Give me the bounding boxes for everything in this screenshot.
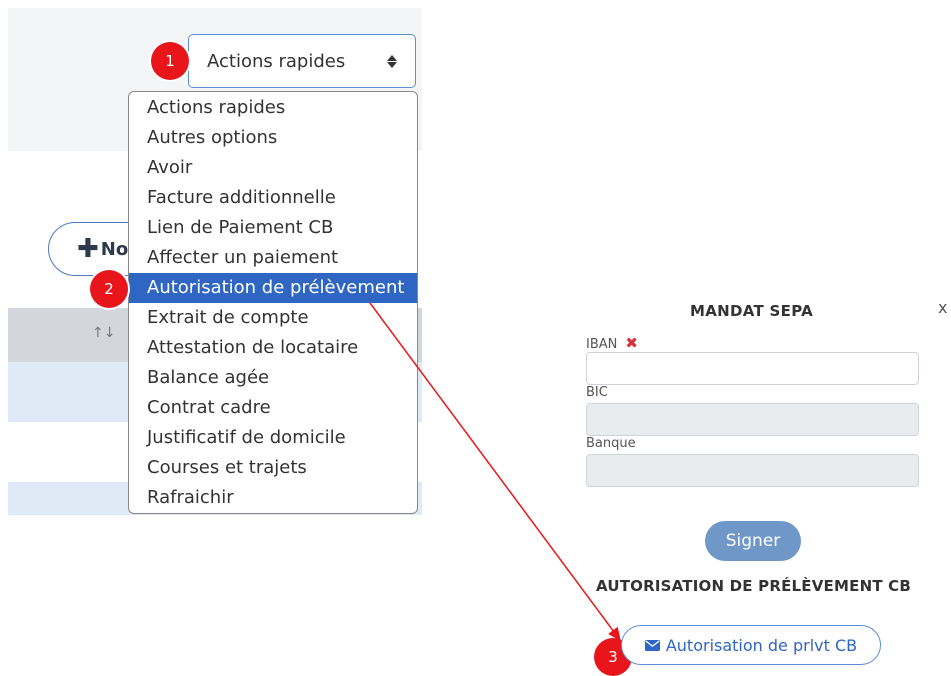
- mandat-sepa-title: MANDAT SEPA: [690, 302, 814, 320]
- option-balance-agee[interactable]: Balance agée: [129, 363, 417, 393]
- plus-icon: ✚: [77, 234, 99, 264]
- bic-label: BIC: [586, 385, 608, 400]
- option-justificatif-de-domicile[interactable]: Justificatif de domicile: [129, 423, 417, 453]
- option-lien-de-paiement-cb[interactable]: Lien de Paiement CB: [129, 213, 417, 243]
- option-contrat-cadre[interactable]: Contrat cadre: [129, 393, 417, 423]
- quick-actions-select-value: Actions rapides: [207, 50, 346, 72]
- option-facture-additionnelle[interactable]: Facture additionnelle: [129, 183, 417, 213]
- step-marker-2: 2: [90, 270, 128, 308]
- iban-field[interactable]: [586, 352, 919, 385]
- banque-field: [586, 454, 919, 487]
- autorisation-prelevement-button[interactable]: Autorisation de prlvt CB: [621, 625, 881, 665]
- option-affecter-un-paiement[interactable]: Affecter un paiement: [129, 243, 417, 273]
- option-rafraichir[interactable]: Rafraichir: [129, 483, 417, 513]
- option-autorisation-de-prelevement[interactable]: Autorisation de prélèvement: [129, 273, 417, 303]
- close-icon[interactable]: x: [938, 298, 947, 317]
- sign-button[interactable]: Signer: [705, 521, 801, 561]
- step-marker-1: 1: [151, 42, 189, 80]
- quick-actions-select[interactable]: Actions rapides: [188, 34, 416, 88]
- option-avoir[interactable]: Avoir: [129, 153, 417, 183]
- sort-icon[interactable]: ↑↓: [92, 325, 115, 341]
- iban-label: IBAN ✖: [586, 334, 638, 352]
- option-autres-options[interactable]: Autres options: [129, 123, 417, 153]
- sort-arrows-icon: [387, 54, 397, 68]
- autorisation-button-label: Autorisation de prlvt CB: [665, 635, 858, 655]
- new-button-label: No: [100, 238, 129, 260]
- option-attestation-de-locataire[interactable]: Attestation de locataire: [129, 333, 417, 363]
- required-icon: ✖: [625, 334, 638, 352]
- autorisation-section-title: AUTORISATION DE PRÉLÈVEMENT CB: [596, 577, 912, 595]
- option-courses-et-trajets[interactable]: Courses et trajets: [129, 453, 417, 483]
- banque-label: Banque: [586, 436, 636, 451]
- quick-actions-dropdown: Actions rapides Autres options Avoir Fac…: [128, 91, 418, 514]
- iban-label-text: IBAN: [586, 337, 618, 352]
- option-extrait-de-compte[interactable]: Extrait de compte: [129, 303, 417, 333]
- bic-field: [586, 403, 919, 436]
- envelope-icon: [644, 639, 660, 651]
- option-actions-rapides[interactable]: Actions rapides: [129, 93, 417, 123]
